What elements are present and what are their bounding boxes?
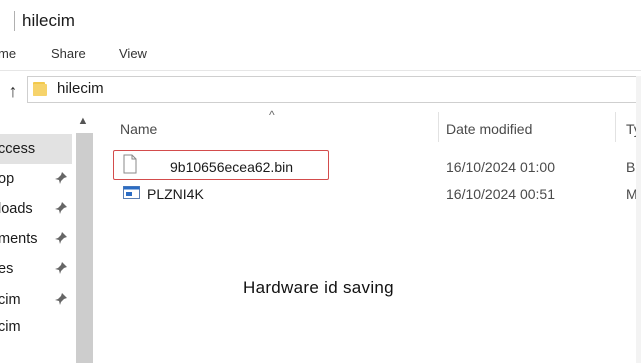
tab-home[interactable]: me (0, 46, 16, 61)
pin-icon[interactable] (54, 231, 68, 245)
scroll-up-arrow-icon[interactable]: ▲ (76, 114, 90, 128)
address-bar[interactable] (27, 76, 641, 103)
nav-item-desktop[interactable]: op (0, 171, 14, 187)
file-name-bin[interactable]: 9b10656ecea62.bin (170, 159, 293, 175)
pin-icon[interactable] (54, 261, 68, 275)
tab-share[interactable]: Share (51, 46, 86, 61)
address-path[interactable]: hilecim (57, 80, 104, 97)
file-date-bin: 16/10/2024 01:00 (446, 159, 555, 175)
ribbon (0, 40, 641, 71)
sort-ascending-icon: ^ (269, 108, 275, 122)
pin-icon[interactable] (54, 171, 68, 185)
tab-view[interactable]: View (119, 46, 147, 61)
right-edge-shadow (636, 76, 641, 363)
up-arrow-icon[interactable]: ↑ (4, 80, 22, 102)
nav-item-quick-access[interactable]: ccess (0, 141, 35, 157)
nav-item-hilecim-pinned[interactable]: cim (0, 292, 21, 308)
title-separator (14, 11, 15, 31)
msi-installer-icon (123, 186, 140, 199)
nav-item-downloads[interactable]: loads (0, 201, 33, 217)
title-bar (0, 0, 641, 40)
folder-icon (33, 82, 47, 96)
nav-item-hilecim[interactable]: cim (0, 319, 21, 335)
pin-icon[interactable] (54, 292, 68, 306)
nav-scrollbar-thumb[interactable] (76, 133, 93, 363)
column-header-name[interactable]: Name (120, 121, 157, 137)
file-name-plzni4k[interactable]: PLZNI4K (147, 186, 204, 202)
pin-icon[interactable] (54, 201, 68, 215)
title-caret-icon[interactable]: ‹ (0, 10, 4, 24)
window-title: hilecim (22, 11, 75, 30)
nav-item-documents[interactable]: ments (0, 231, 38, 247)
column-divider[interactable] (438, 112, 439, 142)
nav-item-pictures[interactable]: es (0, 261, 13, 277)
column-divider[interactable] (615, 112, 616, 142)
column-header-date-modified[interactable]: Date modified (446, 121, 532, 137)
overlay-caption: Hardware id saving (243, 278, 394, 297)
file-date-plzni4k: 16/10/2024 00:51 (446, 186, 555, 202)
blank-file-icon (123, 154, 137, 174)
